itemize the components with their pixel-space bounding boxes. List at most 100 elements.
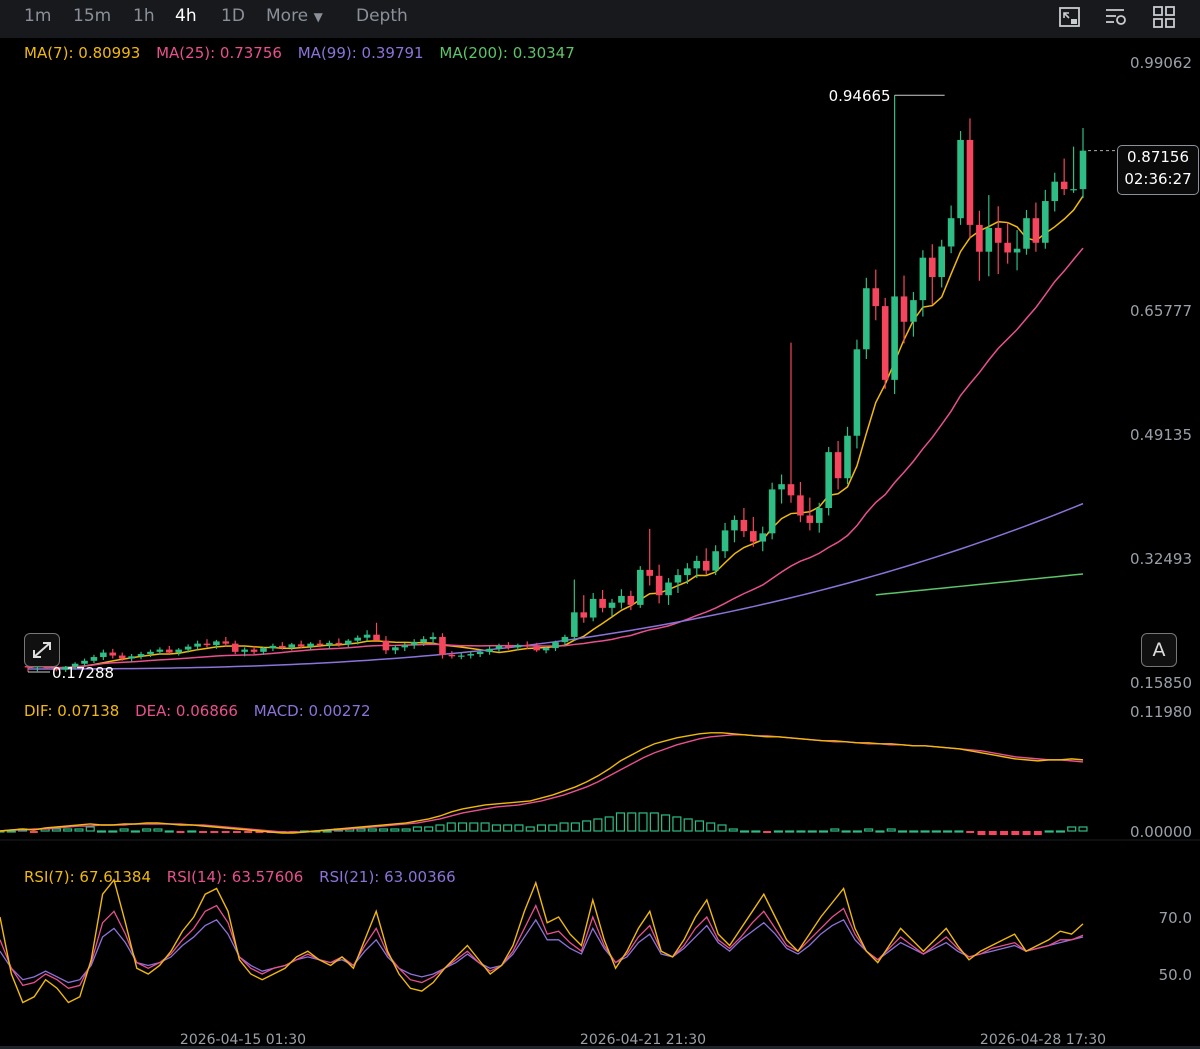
macd-histogram-bar <box>570 822 580 832</box>
candle <box>1013 230 1021 271</box>
candle <box>947 205 955 254</box>
candle <box>392 645 399 655</box>
timeframe-15m[interactable]: 15m <box>73 6 111 26</box>
candle-body <box>297 644 305 647</box>
candle-body <box>203 643 211 646</box>
candle-body <box>740 519 748 532</box>
candle <box>636 566 644 608</box>
candle <box>599 589 606 613</box>
candle <box>646 528 653 586</box>
ma200-line <box>875 573 1084 596</box>
depth-tab[interactable]: Depth <box>356 6 408 26</box>
candle-countdown: 02:36:27 <box>1124 170 1192 188</box>
chart-screenshot-icon[interactable] <box>1056 3 1084 31</box>
candle <box>1004 222 1011 264</box>
candle-body <box>373 634 380 641</box>
candle <box>128 654 135 662</box>
candle-body <box>429 636 437 640</box>
candle <box>1032 202 1040 252</box>
candle <box>834 440 842 490</box>
timeframe-1m[interactable]: 1m <box>24 6 51 26</box>
macd-histogram-bar <box>909 830 919 833</box>
candle-body <box>985 227 993 252</box>
macd-histogram-bar <box>491 824 501 832</box>
macd-histogram-bar <box>773 830 783 833</box>
candle-body <box>561 636 569 643</box>
macd-histogram-bar <box>897 830 908 833</box>
candle <box>1023 209 1030 255</box>
expand-button[interactable] <box>24 633 60 667</box>
macd-histogram-bar <box>706 822 716 832</box>
candle <box>344 639 352 648</box>
candle-body <box>458 655 465 657</box>
candle-body <box>260 648 267 652</box>
grid-layout-icon[interactable] <box>1150 3 1178 31</box>
x-axis-tick: 2026-04-28 17:30 <box>980 1032 1106 1046</box>
candle-body <box>1079 150 1087 190</box>
macd-histogram-bar <box>469 822 479 832</box>
candle <box>928 244 936 305</box>
candle <box>382 636 390 655</box>
candle <box>938 239 946 288</box>
macd-histogram-bar <box>108 830 118 833</box>
more-label: More <box>266 6 309 26</box>
price-y-tick: 0.32493 <box>1130 550 1192 568</box>
candle-body <box>900 296 908 322</box>
macd-histogram-bar <box>864 828 874 832</box>
candle <box>976 210 983 281</box>
candle-body <box>693 560 701 569</box>
timeframe-1h[interactable]: 1h <box>133 6 155 26</box>
timeframe-1d[interactable]: 1D <box>221 6 245 26</box>
candle-body <box>552 642 559 649</box>
candle-body <box>344 640 352 645</box>
candle <box>844 426 851 485</box>
candle-body <box>580 612 588 618</box>
candle-body <box>834 452 842 479</box>
macd-histogram-bar <box>785 830 795 833</box>
candle-body <box>128 656 135 659</box>
candle-body <box>1023 218 1030 249</box>
more-dropdown[interactable]: More ▼ <box>266 6 323 26</box>
macd-histogram-bar <box>6 830 16 833</box>
candle-body <box>806 515 814 523</box>
chart-settings-icon[interactable] <box>1102 3 1130 31</box>
macd-histogram-bar <box>199 831 208 834</box>
candle-body <box>684 568 691 576</box>
price-chart[interactable]: 0.99062 0.65777 0.49135 0.32493 0.15850 0.119… <box>0 38 1200 1046</box>
candle-body <box>787 484 795 496</box>
candle <box>1079 128 1087 199</box>
candle-body <box>420 639 427 643</box>
auto-scale-button[interactable]: A <box>1141 633 1177 667</box>
candle-body <box>627 595 635 605</box>
candle-body <box>599 598 606 608</box>
candle <box>326 640 333 649</box>
candle <box>985 195 993 277</box>
macd-histogram-bar <box>153 828 163 832</box>
candle <box>467 651 475 659</box>
macd-histogram-bar <box>525 826 535 832</box>
macd-histogram-bar <box>244 831 253 834</box>
macd-y-tick: 0.11980 <box>1130 703 1192 721</box>
timeframe-4h[interactable]: 4h <box>175 6 197 26</box>
macd-histogram-bar <box>728 828 738 832</box>
candle-body <box>147 651 154 655</box>
macd-histogram-bar <box>548 824 558 832</box>
candle <box>552 640 559 652</box>
candle <box>881 297 889 389</box>
candle-body <box>335 642 343 645</box>
candle-body <box>363 634 371 638</box>
macd-histogram-bar <box>1000 831 1008 836</box>
dea-line <box>0 734 1084 833</box>
candle <box>731 515 738 543</box>
candle-body <box>241 649 248 652</box>
candle-body <box>947 218 955 247</box>
candle-body <box>872 288 880 307</box>
candle <box>815 502 823 533</box>
macd-histogram-bar <box>74 828 84 832</box>
candle-body <box>184 646 192 650</box>
candle-body <box>1051 181 1059 202</box>
candle-body <box>514 645 522 648</box>
candle-body <box>523 645 531 647</box>
candle-body <box>250 649 258 652</box>
candle-body <box>467 654 475 656</box>
